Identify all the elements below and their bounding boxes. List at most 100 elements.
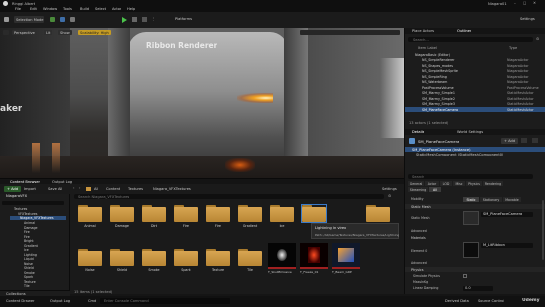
cb-add-button[interactable]: + Add: [4, 186, 22, 192]
show-button[interactable]: Show: [58, 30, 72, 35]
tree-item[interactable]: Ice: [24, 248, 29, 252]
column-item-label[interactable]: Item Label: [418, 46, 437, 50]
play-icon[interactable]: [122, 16, 127, 23]
details-scrollbar[interactable]: [542, 200, 544, 260]
tree-item[interactable]: Fire: [24, 230, 30, 234]
minimize-button[interactable]: –: [514, 1, 520, 6]
menu-actor[interactable]: Actor: [112, 7, 121, 11]
tab-place-actors[interactable]: Place Actors: [412, 29, 434, 33]
tree-item[interactable]: Fire: [24, 235, 30, 239]
derived-data-button[interactable]: Derived Data: [445, 299, 469, 303]
menu-build[interactable]: Build: [80, 7, 89, 11]
breadcrumb-all[interactable]: All: [94, 187, 98, 191]
filter-icon[interactable]: ⚙: [536, 37, 539, 41]
folder-noise[interactable]: [78, 249, 102, 266]
list-item[interactable]: NS_SimpleRing NiagaraActor: [405, 74, 539, 79]
more-options-icon[interactable]: ⋮: [152, 17, 156, 21]
menu-edit[interactable]: Edit: [30, 7, 37, 11]
tree-item[interactable]: Textures: [14, 207, 27, 211]
asset-thumbnail[interactable]: [300, 243, 328, 269]
menu-tools[interactable]: Tools: [63, 7, 72, 11]
platforms-button[interactable]: Platforms: [175, 17, 192, 21]
maximize-button[interactable]: □: [523, 1, 529, 6]
content-drawer-button[interactable]: Content Drawer: [6, 299, 35, 303]
tree-item[interactable]: Texture: [24, 280, 36, 284]
mobility-static[interactable]: Static: [463, 197, 479, 202]
component-root[interactable]: SM_PlaneFaceCamera (Instance): [405, 147, 545, 152]
filter-tab-rendering[interactable]: Rendering: [483, 181, 503, 186]
tree-root[interactable]: NiagaraVFX: [6, 194, 27, 198]
level-viewport[interactable]: Ribbon Renderer aker Perspective Lit Sho…: [0, 28, 404, 178]
tree-search-input[interactable]: [2, 201, 64, 205]
asset-filter-icon[interactable]: ⚙: [388, 194, 391, 198]
mobility-movable[interactable]: Movable: [503, 197, 521, 202]
tab-outliner[interactable]: Outliner: [457, 29, 471, 33]
folder-fire[interactable]: [174, 205, 198, 222]
filter-tab-misc[interactable]: Misc: [453, 181, 465, 186]
menu-window[interactable]: Window: [43, 7, 57, 11]
step-icon[interactable]: [132, 17, 137, 22]
folder-lighting[interactable]: [301, 204, 327, 223]
lit-button[interactable]: Lit: [44, 30, 53, 35]
add-content-icon[interactable]: [50, 17, 55, 22]
cb-import-button[interactable]: Import: [24, 187, 36, 191]
cmd-selector[interactable]: Cmd: [88, 299, 96, 303]
simulate-physics-checkbox[interactable]: [463, 274, 467, 278]
tree-item[interactable]: Smoke: [24, 271, 35, 275]
list-item[interactable]: NS_Shapes_modes NiagaraActor: [405, 63, 539, 68]
cb-save-all-button[interactable]: Save All: [48, 187, 62, 191]
filter-tab-general[interactable]: General: [408, 181, 424, 186]
list-item[interactable]: NS_SimpleMeshSprite NiagaraActor: [405, 69, 539, 74]
stop-icon[interactable]: [142, 17, 147, 22]
tab-output-log[interactable]: Output Log: [52, 180, 72, 184]
tree-item[interactable]: Lighting: [24, 253, 37, 257]
tree-item[interactable]: Damage: [24, 226, 37, 230]
folder-tile[interactable]: [238, 249, 262, 266]
folder-shield[interactable]: [110, 249, 134, 266]
static-mesh-thumbnail[interactable]: [463, 211, 479, 225]
folder-dirt[interactable]: [142, 205, 166, 222]
folder-damage[interactable]: [110, 205, 134, 222]
folder-gradient[interactable]: [238, 205, 262, 222]
breadcrumb-current[interactable]: Niagara_VFXTextures: [153, 187, 191, 191]
tab-content-browser[interactable]: Content Browser: [10, 180, 40, 184]
cb-settings-button[interactable]: Settings: [382, 187, 397, 191]
nav-forward-icon[interactable]: ›: [79, 186, 80, 190]
breadcrumb-textures[interactable]: Textures: [128, 187, 143, 191]
static-mesh-picker[interactable]: SM_PlaneFaceCamera: [481, 212, 533, 217]
blueprint-icon[interactable]: [60, 17, 65, 22]
tree-item[interactable]: Bright: [24, 239, 34, 243]
perspective-button[interactable]: Perspective: [12, 30, 37, 35]
tab-world-settings[interactable]: World Settings: [457, 130, 483, 134]
add-component-button[interactable]: + Add: [501, 138, 519, 144]
folder-fire-2[interactable]: [206, 205, 230, 222]
menu-select[interactable]: Select: [95, 7, 106, 11]
list-item-selected[interactable]: SM_PlaneFaceCamera StaticMeshActor: [405, 107, 545, 112]
nav-back-icon[interactable]: ‹: [73, 186, 74, 190]
blueprint-button-icon[interactable]: [521, 138, 527, 143]
list-item[interactable]: NS_SimpleRenderer NiagaraActor: [405, 58, 539, 63]
list-item[interactable]: SM_Marmy_Simple1 StaticMeshActor: [405, 91, 539, 96]
menu-help[interactable]: Help: [127, 7, 135, 11]
mobility-stationary[interactable]: Stationary: [480, 197, 502, 202]
tree-item[interactable]: VFXTextures: [18, 212, 37, 216]
viewport-menu-icon[interactable]: [3, 30, 9, 35]
list-item[interactable]: PostProcessVolume PostProcessVolume: [405, 85, 539, 90]
folder-animal[interactable]: [78, 205, 102, 222]
section-physics[interactable]: Physics: [405, 267, 545, 272]
folder-smoke[interactable]: [142, 249, 166, 266]
tree-item[interactable]: Liquid: [24, 257, 34, 261]
menu-file[interactable]: File: [15, 7, 21, 11]
selection-mode-button[interactable]: Selection Mode: [14, 16, 44, 23]
material-thumbnail[interactable]: [463, 242, 479, 258]
filter-tab-lod[interactable]: LOD: [440, 181, 452, 186]
tree-item[interactable]: Spark: [24, 275, 33, 279]
tab-details[interactable]: Details: [412, 130, 424, 134]
details-search-input[interactable]: Search: [408, 174, 533, 179]
tree-item[interactable]: Animal: [24, 221, 35, 225]
tree-item[interactable]: Noise: [24, 262, 33, 266]
outliner-search-input[interactable]: Search...: [408, 37, 533, 42]
console-input[interactable]: Enter Console Command: [100, 298, 230, 304]
close-button[interactable]: ✕: [533, 1, 539, 6]
filter-tab-actor[interactable]: Actor: [425, 181, 439, 186]
